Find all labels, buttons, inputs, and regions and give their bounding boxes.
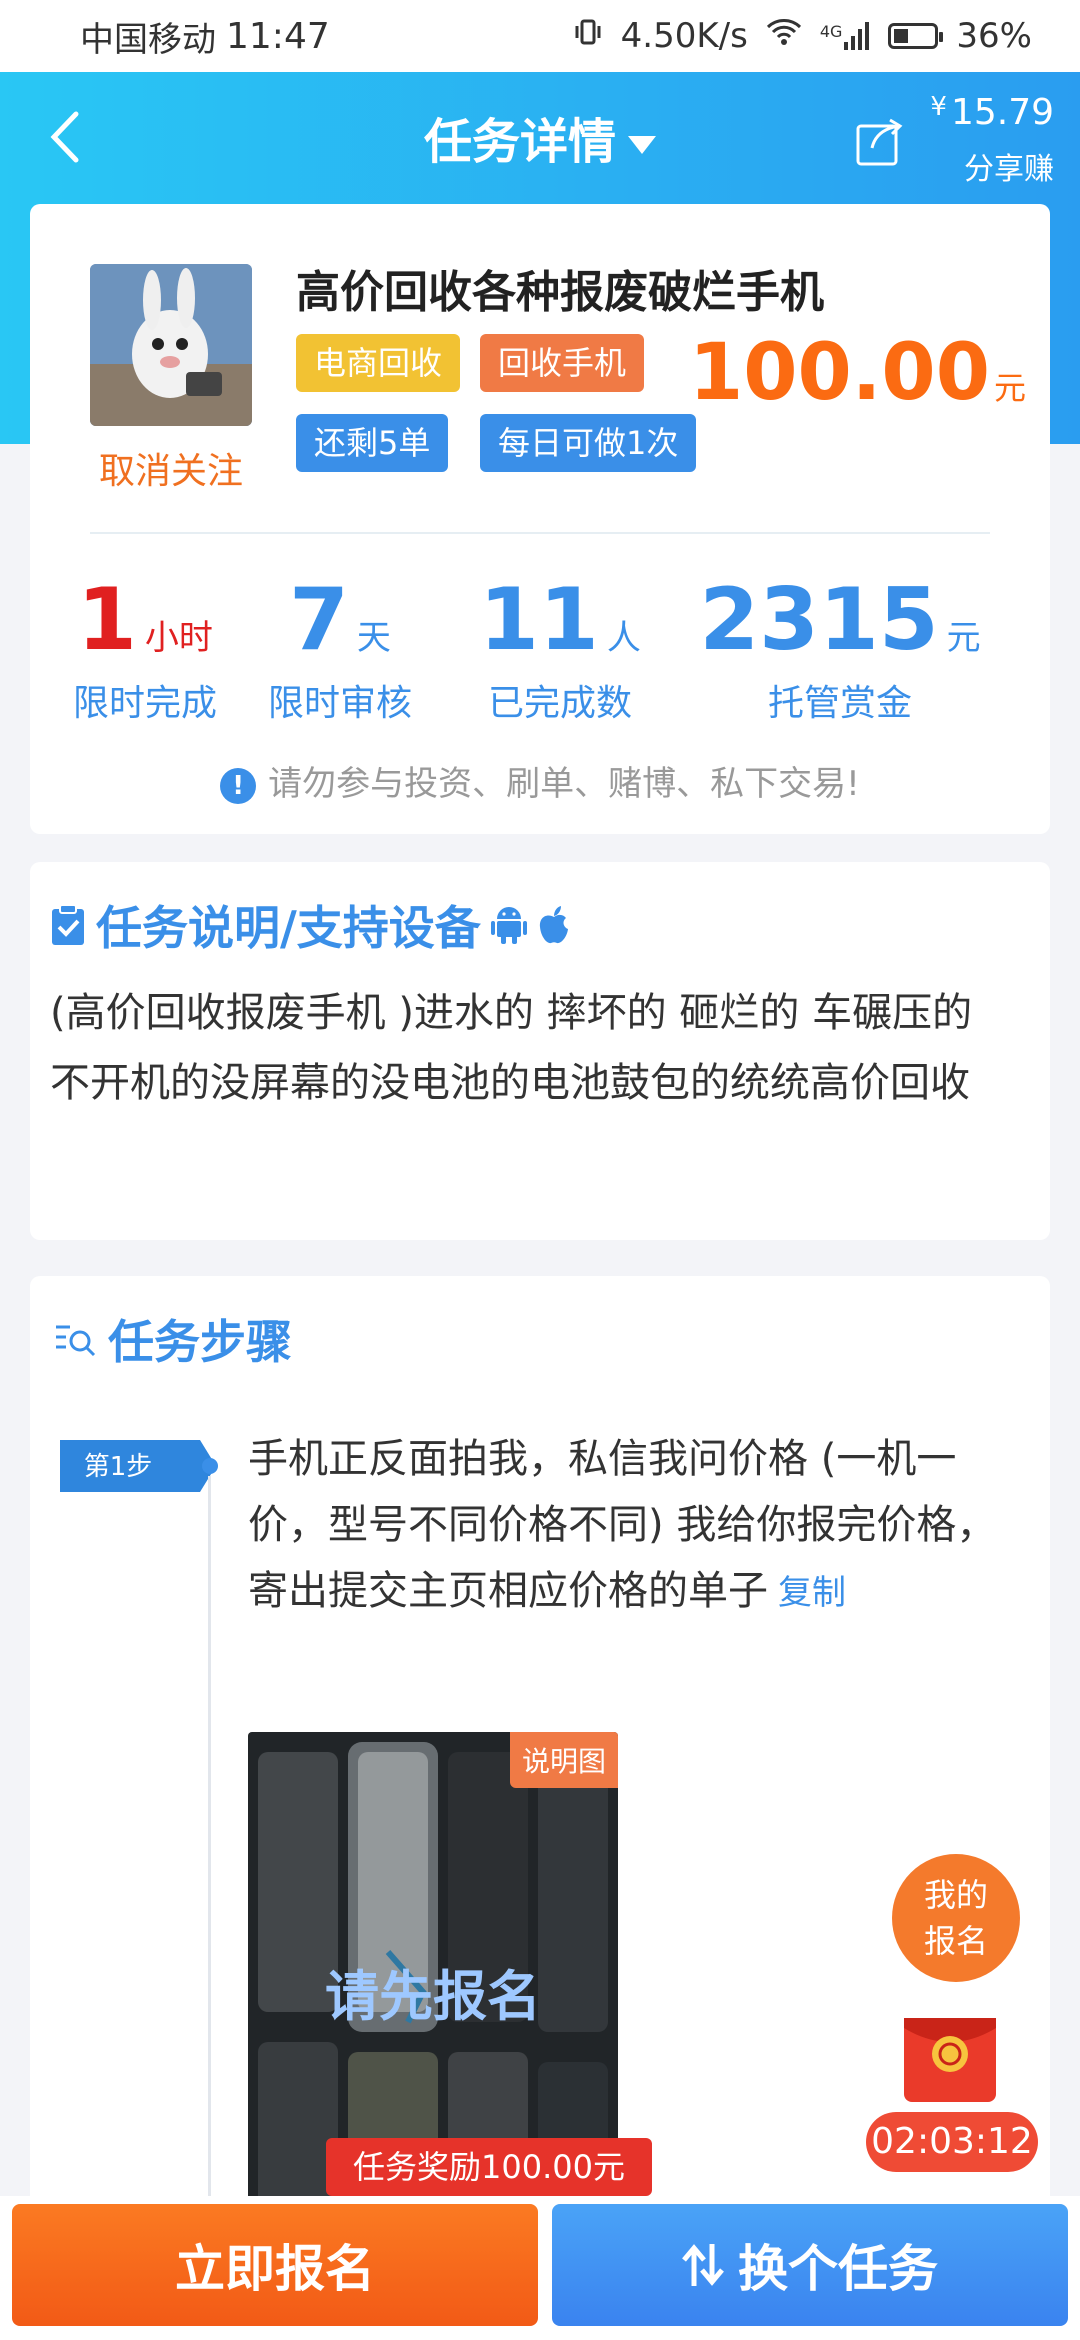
stat-review-limit: 7天 限时审核 <box>267 570 412 724</box>
tag-category: 电商回收 <box>296 334 461 392</box>
task-summary-card: 取消关注 高价回收各种报废破烂手机 电商回收 回收手机 还剩5单 每日可做1次 … <box>30 204 1050 834</box>
apply-button[interactable]: 立即报名 <box>12 2204 538 2326</box>
task-price: 100.00 元 <box>688 328 1026 418</box>
red-envelope-icon <box>904 2018 996 2102</box>
clock: 11:47 <box>226 15 330 57</box>
tag-subcategory: 回收手机 <box>480 334 645 392</box>
stat-time-limit: 1 小时 限时完成 <box>72 570 217 724</box>
warning-notice: ! 请勿参与投资、刷单、赌博、私下交易! <box>30 756 1050 805</box>
battery-percent: 36% <box>956 16 1032 56</box>
divider <box>90 532 990 534</box>
signal-icon: 4G <box>820 22 871 50</box>
stat-escrow-bounty: 2315 元 托管赏金 <box>699 570 981 724</box>
signup-first-overlay: 请先报名 <box>325 1965 541 2028</box>
share-amount: ¥15.79 <box>930 92 1054 133</box>
share-icon <box>856 118 903 166</box>
step-dot <box>202 1458 218 1474</box>
image-label: 说明图 <box>509 1732 618 1788</box>
tag-daily-limit: 每日可做1次 <box>480 414 697 472</box>
step-number-badge: 第1步 <box>60 1440 216 1492</box>
carrier-label: 中国移动 <box>80 19 216 60</box>
status-bar: 中国移动 11:47 4.50K/s 4G 36% <box>0 0 1080 72</box>
swap-arrows-icon <box>682 2244 724 2286</box>
svg-text:第1步: 第1步 <box>84 1452 153 1482</box>
description-text: (高价回收报废手机 )进水的 摔坏的 砸烂的 车碾压的不开机的没屏幕的没电池的电… <box>50 990 973 1106</box>
nav-bar: 任务详情 ¥15.79 分享赚 <box>0 72 1080 202</box>
tag-remaining: 还剩5单 <box>296 414 449 472</box>
red-packet-button[interactable] <box>900 2010 1004 2110</box>
android-icon <box>490 907 527 944</box>
list-search-icon <box>56 1325 96 1357</box>
apple-icon <box>539 906 568 944</box>
info-icon: ! <box>220 767 257 804</box>
copy-link[interactable]: 复制 <box>778 1573 846 1613</box>
page-title: 任务详情 <box>423 114 616 170</box>
wifi-icon <box>766 16 802 56</box>
vibrate-icon <box>573 16 603 56</box>
battery-icon <box>888 23 944 49</box>
task-title: 高价回收各种报废破烂手机 <box>296 267 824 318</box>
network-speed: 4.50K/s <box>620 16 748 56</box>
change-task-button[interactable]: 换个任务 <box>552 2204 1068 2326</box>
steps-heading: 任务步骤 <box>54 1306 292 1372</box>
share-label: 分享赚 <box>964 152 1054 187</box>
step-1-text: 手机正反面拍我，私信我问价格 (一机一价，型号不同价格不同) 我给你报完价格，寄… <box>248 1436 997 1614</box>
stat-completed-count: 11 人 已完成数 <box>479 570 641 724</box>
task-description-card: 任务说明/支持设备 (高价回收报废手机 )进水的 摔坏的 砸烂的 车碾压的不开机… <box>30 862 1050 1240</box>
countdown-timer: 02:03:12 <box>866 2112 1038 2172</box>
caret-down-icon <box>628 136 656 154</box>
share-earn-button[interactable]: ¥15.79 分享赚 <box>854 92 1054 192</box>
my-signup-button[interactable]: 我的报名 <box>892 1854 1020 1982</box>
unfollow-button[interactable]: 取消关注 <box>90 442 252 494</box>
description-heading: 任务说明/支持设备 <box>50 892 571 958</box>
clipboard-check-icon <box>52 904 84 945</box>
reward-tooltip: 任务奖励100.00元 <box>326 2138 652 2210</box>
publisher-avatar[interactable] <box>90 264 252 426</box>
bottom-action-bar: 立即报名 换个任务 <box>0 2196 1080 2340</box>
